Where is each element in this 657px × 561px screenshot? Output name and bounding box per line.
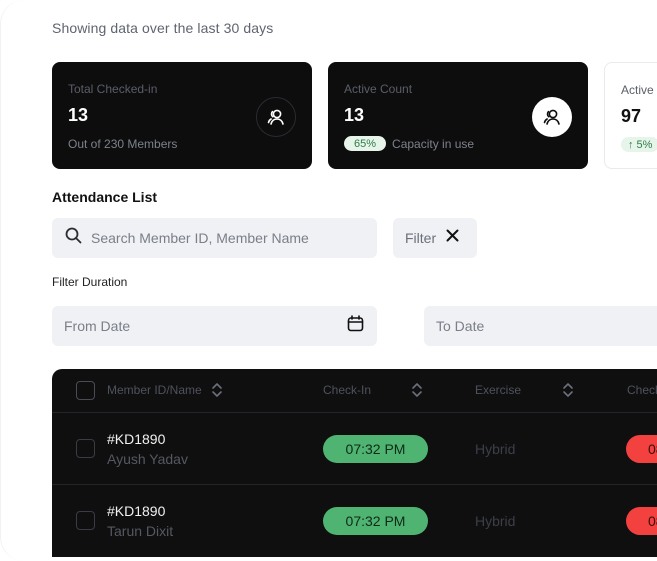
from-date-input[interactable] — [64, 318, 264, 334]
attendance-table: Member ID/Name Check-In Exercise Check-O… — [52, 369, 657, 557]
column-header-check-out[interactable]: Check-Out — [627, 383, 657, 397]
search-input[interactable] — [91, 230, 351, 246]
stat-card-active: Active 97 ↑ 5% — [604, 62, 657, 169]
row-checkbox[interactable] — [76, 439, 95, 458]
exercise-type: Hybrid — [475, 441, 516, 457]
capacity-caption: Capacity in use — [392, 136, 475, 151]
column-header-check-in[interactable]: Check-In — [323, 383, 371, 397]
date-range-subtitle: Showing data over the last 30 days — [52, 20, 274, 36]
member-id: #KD1890 — [107, 503, 166, 519]
capacity-row: 65% Capacity in use — [344, 136, 474, 151]
stat-card-active-count: Active Count 13 65% Capacity in use — [328, 62, 588, 169]
to-date-input[interactable] — [436, 318, 636, 334]
attendance-list-title: Attendance List — [52, 189, 158, 205]
exercise-type: Hybrid — [475, 513, 516, 529]
table-header: Member ID/Name Check-In Exercise Check-O… — [52, 369, 657, 413]
stat-card-total-checked-in: Total Checked-in 13 Out of 230 Members — [52, 62, 312, 169]
column-header-exercise[interactable]: Exercise — [475, 383, 521, 397]
users-icon — [256, 97, 296, 137]
sort-icon[interactable] — [211, 382, 223, 403]
search-field[interactable] — [52, 218, 377, 258]
close-icon[interactable] — [446, 229, 459, 247]
check-out-time-badge: 08:32 PM — [626, 435, 657, 463]
column-header-member[interactable]: Member ID/Name — [107, 383, 202, 397]
row-checkbox[interactable] — [76, 511, 95, 530]
stat-subtext: Out of 230 Members — [68, 137, 178, 151]
stat-value: 13 — [344, 105, 365, 125]
table-row[interactable]: #KD1890 Tarun Dixit 07:32 PM Hybrid 08:3… — [52, 485, 657, 557]
trend-row: ↑ 5% — [621, 137, 657, 152]
member-id: #KD1890 — [107, 431, 166, 447]
check-in-time-badge: 07:32 PM — [323, 507, 428, 535]
stat-label: Active — [621, 83, 654, 97]
capacity-badge: 65% — [344, 136, 387, 151]
table-row[interactable]: #KD1890 Ayush Yadav 07:32 PM Hybrid 08:3… — [52, 413, 657, 485]
member-name: Ayush Yadav — [107, 451, 188, 467]
calendar-icon[interactable] — [347, 315, 364, 337]
search-icon — [65, 227, 82, 249]
select-all-checkbox[interactable] — [76, 381, 95, 400]
trend-badge: ↑ 5% — [621, 137, 657, 152]
check-out-time-badge: 08:32 PM — [626, 507, 657, 535]
stat-value: 97 — [621, 106, 642, 126]
sort-icon[interactable] — [562, 382, 574, 403]
sort-icon[interactable] — [411, 382, 423, 403]
from-date-field[interactable] — [52, 306, 377, 346]
filter-duration-label: Filter Duration — [52, 275, 128, 289]
filter-label: Filter — [405, 230, 437, 246]
stat-value: 13 — [68, 105, 89, 125]
users-icon — [532, 97, 572, 137]
stat-label: Active Count — [344, 82, 413, 96]
stat-label: Total Checked-in — [68, 82, 158, 96]
filter-button[interactable]: Filter — [393, 218, 477, 258]
member-name: Tarun Dixit — [107, 523, 174, 539]
dashboard-panel: Showing data over the last 30 days Total… — [0, 0, 657, 561]
to-date-field[interactable] — [424, 306, 657, 346]
check-in-time-badge: 07:32 PM — [323, 435, 428, 463]
